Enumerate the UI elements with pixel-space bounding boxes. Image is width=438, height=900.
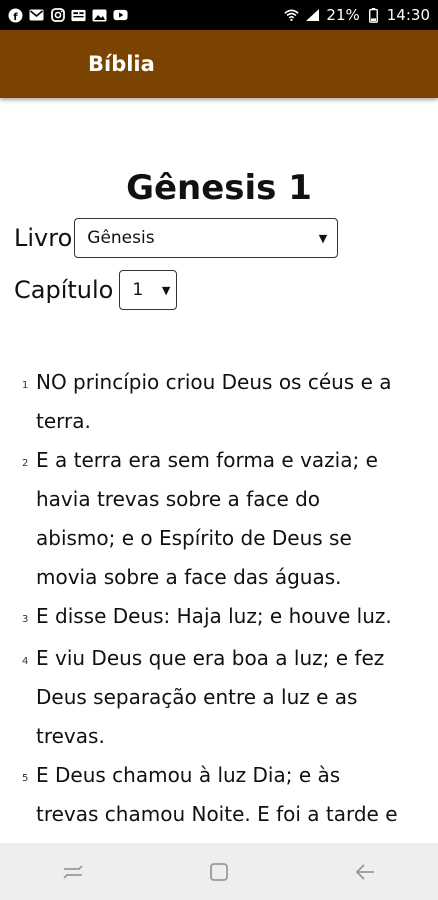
book-select-value: Gênesis	[87, 228, 155, 248]
dropdown-arrow-icon: ▼	[161, 283, 171, 297]
system-status: 21% 14:30	[284, 6, 430, 24]
verse-list: 1 NO princípio criou Deus os céus e a te…	[22, 363, 402, 843]
verse: 2 E a terra era sem forma e vazia; e hav…	[22, 441, 402, 597]
app-bar: Bíblia	[0, 30, 438, 98]
verse-text: NO princípio criou Deus os céus e a terr…	[36, 370, 392, 433]
verse-number: 5	[22, 773, 29, 784]
chapter-select[interactable]: 1 ▼	[119, 270, 178, 310]
news-icon	[71, 8, 86, 23]
recent-apps-icon	[63, 864, 83, 879]
home-icon	[210, 862, 228, 881]
verse: 1 NO princípio criou Deus os céus e a te…	[22, 363, 402, 441]
recent-apps-button[interactable]	[53, 852, 93, 892]
youtube-icon	[113, 8, 128, 23]
notification-icons: f	[8, 8, 128, 23]
book-select[interactable]: Gênesis ▼	[74, 218, 339, 258]
verse: 5 E Deus chamou à luz Dia; e às trevas c…	[22, 756, 402, 843]
back-icon	[355, 863, 374, 880]
chapter-select-value: 1	[132, 280, 144, 300]
verse: 3 E disse Deus: Haja luz; e houve luz.	[22, 597, 402, 639]
verse-number: 1	[22, 380, 29, 391]
verse-text: E disse Deus: Haja luz; e houve luz.	[36, 604, 392, 628]
chapter-label: Capítulo	[14, 276, 114, 304]
navigation-bar	[0, 843, 438, 900]
verse-number: 4	[22, 656, 29, 667]
dropdown-arrow-icon: ▼	[318, 231, 328, 245]
clock: 14:30	[386, 6, 430, 24]
chapter-row: Capítulo 1 ▼	[14, 270, 178, 310]
gmail-icon	[29, 8, 44, 23]
verse-text: E Deus chamou à luz Dia; e às trevas cha…	[36, 763, 398, 843]
wifi-icon	[284, 8, 300, 23]
svg-text:f: f	[13, 12, 18, 23]
battery-icon	[366, 7, 381, 23]
verse: 4 E viu Deus que era boa a luz; e fez De…	[22, 639, 402, 756]
verse-text: E viu Deus que era boa a luz; e fez Deus…	[36, 646, 385, 748]
verse-number: 2	[22, 458, 29, 469]
page-title: Gênesis 1	[126, 168, 312, 208]
app-title: Bíblia	[88, 52, 155, 76]
book-row: Livro Gênesis ▼	[14, 218, 339, 258]
home-button[interactable]	[199, 852, 239, 892]
verse-number: 3	[22, 614, 29, 625]
battery-percent: 21%	[326, 6, 360, 24]
chapter-content[interactable]: Gênesis 1 Livro Gênesis ▼ Capítulo 1 ▼ 1…	[0, 98, 438, 843]
facebook-icon: f	[8, 8, 23, 23]
gallery-icon	[92, 8, 107, 23]
status-bar: f 21% 14:30	[0, 0, 438, 30]
back-button[interactable]	[345, 852, 385, 892]
signal-icon	[305, 8, 320, 23]
book-label: Livro	[14, 224, 73, 252]
verse-text: E a terra era sem forma e vazia; e havia…	[36, 448, 378, 589]
instagram-icon	[50, 8, 65, 23]
